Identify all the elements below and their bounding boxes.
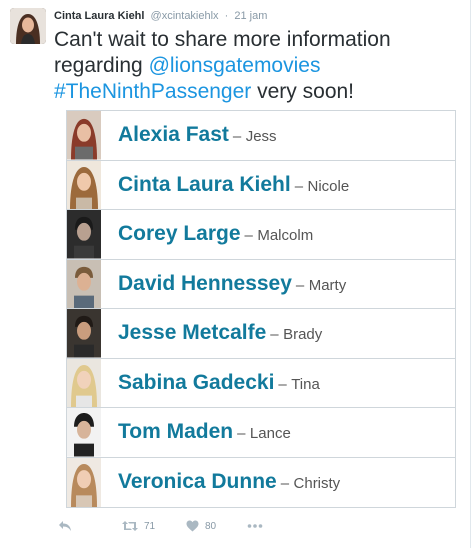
tweet-text-end: very soon! [251,80,355,103]
hashtag-link[interactable]: #TheNinthPassenger [54,80,251,103]
actor-photo [67,309,101,358]
author-avatar[interactable] [10,8,46,44]
actor-photo [67,358,101,407]
actor-name: Tom Maden [118,420,234,444]
cast-dash: – [270,326,279,344]
author-name[interactable]: Cinta Laura Kiehl [54,10,144,22]
actor-photo [67,160,101,209]
actor-photo [67,408,101,457]
reply-button[interactable] [58,520,72,532]
heart-icon [186,520,199,532]
actor-photo [67,111,101,160]
tweet-timestamp[interactable]: 21 jam [234,10,267,22]
mention-link[interactable]: @lionsgatemovies [149,54,321,77]
character-name: Christy [293,475,341,493]
character-name: Lance [249,425,291,443]
header-separator: · [224,10,229,22]
cast-row: Veronica Dunne – Christy [67,457,455,507]
author-handle[interactable]: @xcintakiehlx [151,10,219,22]
cast-row: Alexia Fast – Jess [67,111,455,161]
more-button[interactable] [247,520,263,532]
character-name: Marty [308,276,347,294]
tweet-actions: 71 80 [54,520,354,540]
character-name: Nicole [307,177,350,195]
actor-photo [67,210,101,259]
cast-row: David Hennessey – Marty [67,259,455,309]
character-name: Brady [283,326,323,344]
cast-dash: – [232,128,242,146]
cast-dash: – [280,475,290,493]
actor-name: Corey Large [118,222,241,246]
actor-photo [67,259,101,308]
cast-row: Cinta Laura Kiehl – Nicole [67,160,455,210]
cast-list-image[interactable]: Alexia Fast – Jess Cinta Laura Kiehl – Nic… [66,110,456,508]
cast-dash: – [295,276,305,294]
actor-photo [67,457,101,507]
cast-dash: – [237,425,246,443]
cast-row: Sabina Gadecki – Tina [67,358,455,408]
like-count: 80 [205,520,217,532]
tweet-header: Cinta Laura Kiehl @xcintakiehlx · 21 jam [54,9,267,23]
retweet-icon [122,520,138,532]
actor-name: Cinta Laura Kiehl [118,172,291,196]
cast-row: Jesse Metcalfe – Brady [67,309,455,359]
cast-row: Tom Maden – Lance [67,408,455,458]
tweet-text: Can't wait to share more information reg… [54,27,464,105]
actor-name: Alexia Fast [118,123,229,147]
retweet-button[interactable]: 71 [122,520,155,532]
tweet-card: Cinta Laura Kiehl @xcintakiehlx · 21 jam… [0,0,471,548]
cast-dash: – [244,227,253,245]
actor-name: Sabina Gadecki [118,370,275,394]
character-name: Tina [291,375,320,393]
cast-dash: – [278,375,287,393]
actor-name: David Hennessey [118,271,292,295]
actor-name: Veronica Dunne [118,470,277,494]
like-button[interactable]: 80 [186,520,216,532]
cast-row: Corey Large – Malcolm [67,210,455,260]
retweet-count: 71 [144,520,156,532]
character-name: Malcolm [257,227,314,245]
reply-icon [58,520,72,532]
cast-dash: – [294,177,304,195]
more-icon [247,520,263,532]
character-name: Jess [245,128,277,146]
actor-name: Jesse Metcalfe [118,321,267,345]
